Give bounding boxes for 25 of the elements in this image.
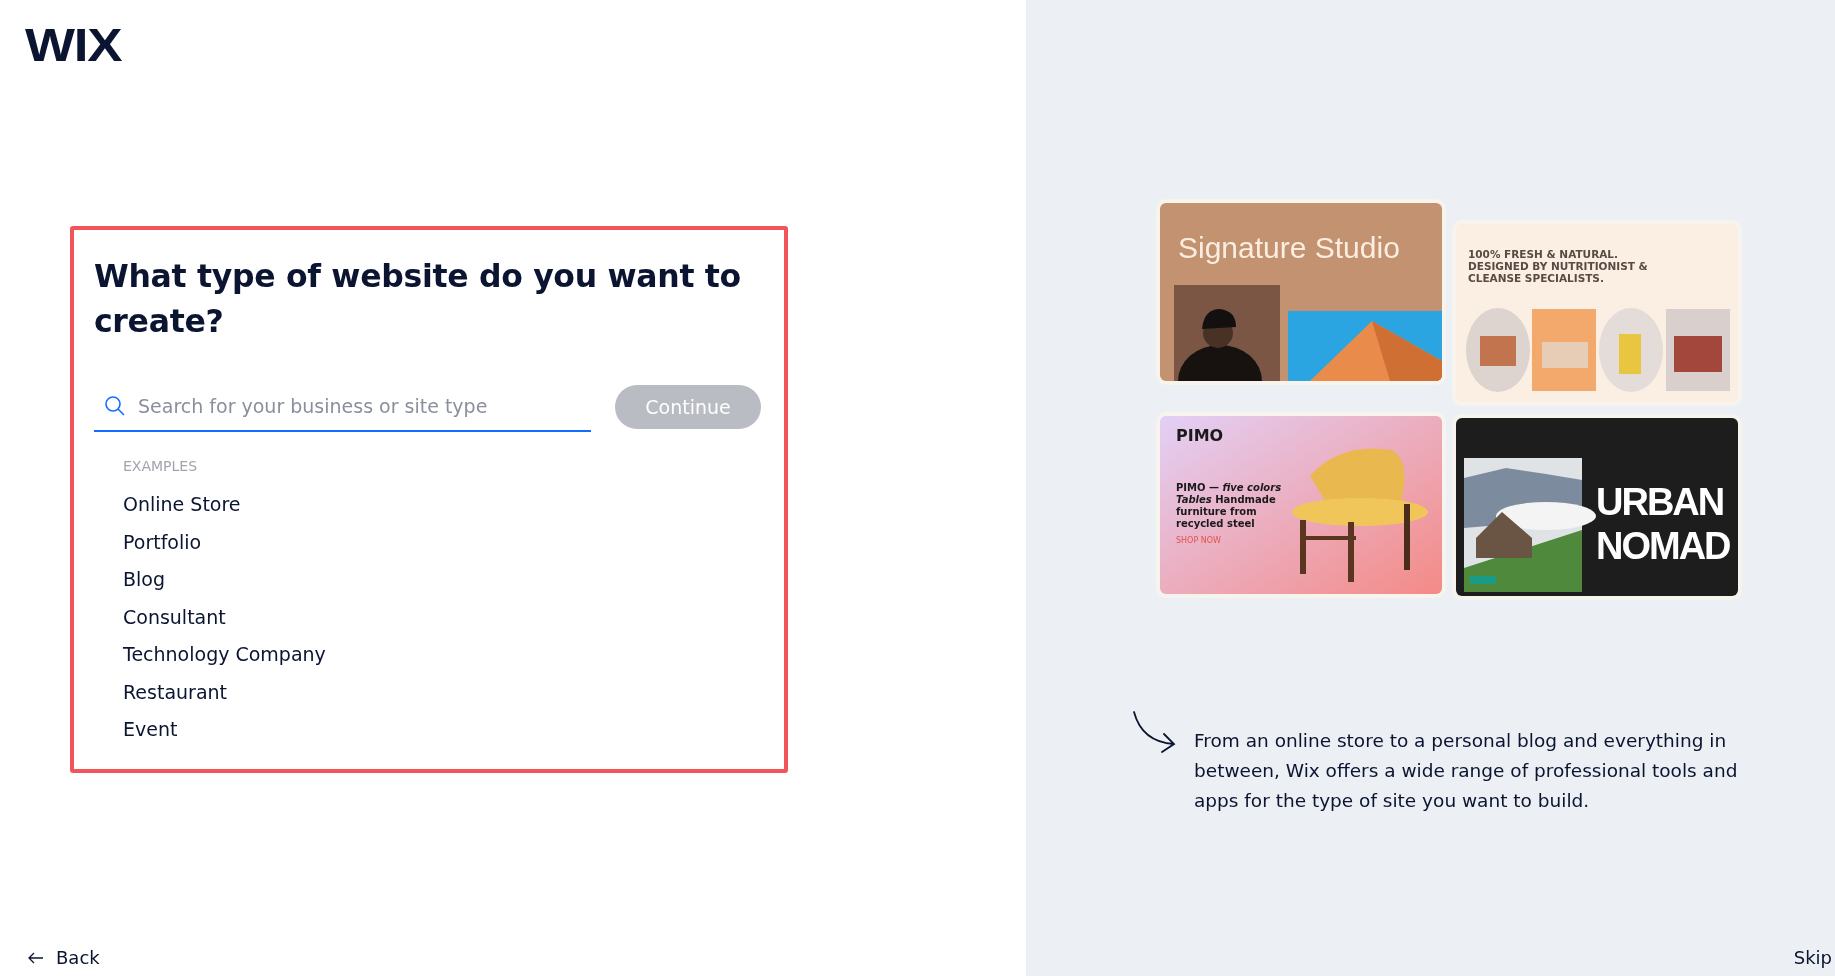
description-text: From an online store to a personal blog and everything in between, Wix offers a wide range of professional tools and apps for the type of site you want to build. — [1194, 729, 1739, 813]
back-button[interactable]: Back — [28, 947, 100, 968]
page-heading: What type of website do you want to create? — [94, 257, 742, 341]
logo[interactable]: WIX — [25, 22, 122, 68]
site-title: Signature Studio — [1178, 231, 1400, 265]
example-item[interactable]: Portfolio — [123, 523, 202, 561]
example-item[interactable]: Consultant — [123, 598, 226, 636]
site-title: URBAN NOMAD — [1596, 480, 1730, 568]
skip-button[interactable]: Skip — [1793, 947, 1832, 968]
site-headline: 100% FRESH & NATURAL. DESIGNED BY NUTRITIONIST & CLEANSE SPECIALISTS. — [1468, 248, 1648, 284]
arrow-left-icon — [28, 951, 44, 964]
example-item[interactable]: Online Store — [123, 486, 241, 524]
site-brand: PIMO — [1176, 426, 1224, 445]
examples-label: EXAMPLES — [123, 458, 199, 474]
example-item[interactable]: Restaurant — [123, 673, 228, 711]
search-field[interactable]: Search for your business or site type — [136, 394, 581, 418]
search-icon — [104, 395, 126, 417]
example-item[interactable]: Technology Company — [123, 636, 326, 674]
template-preview[interactable]: 100% FRESH & NATURAL. DESIGNED BY NUTRITIONIST & CLEANSE SPECIALISTS. — [1456, 224, 1738, 402]
example-item[interactable]: Blog — [123, 561, 165, 599]
template-preview[interactable]: PIMO PIMO — five colors Tables Handmade furniture from recycled steel SHOP NOW — [1160, 416, 1442, 594]
site-headline: PIMO — five colors Tables Handmade furniture from recycled steel — [1176, 482, 1283, 530]
example-item[interactable]: Event — [123, 711, 178, 749]
template-preview[interactable]: URBAN NOMAD — [1456, 418, 1738, 596]
shop-link: SHOP NOW — [1176, 536, 1221, 545]
